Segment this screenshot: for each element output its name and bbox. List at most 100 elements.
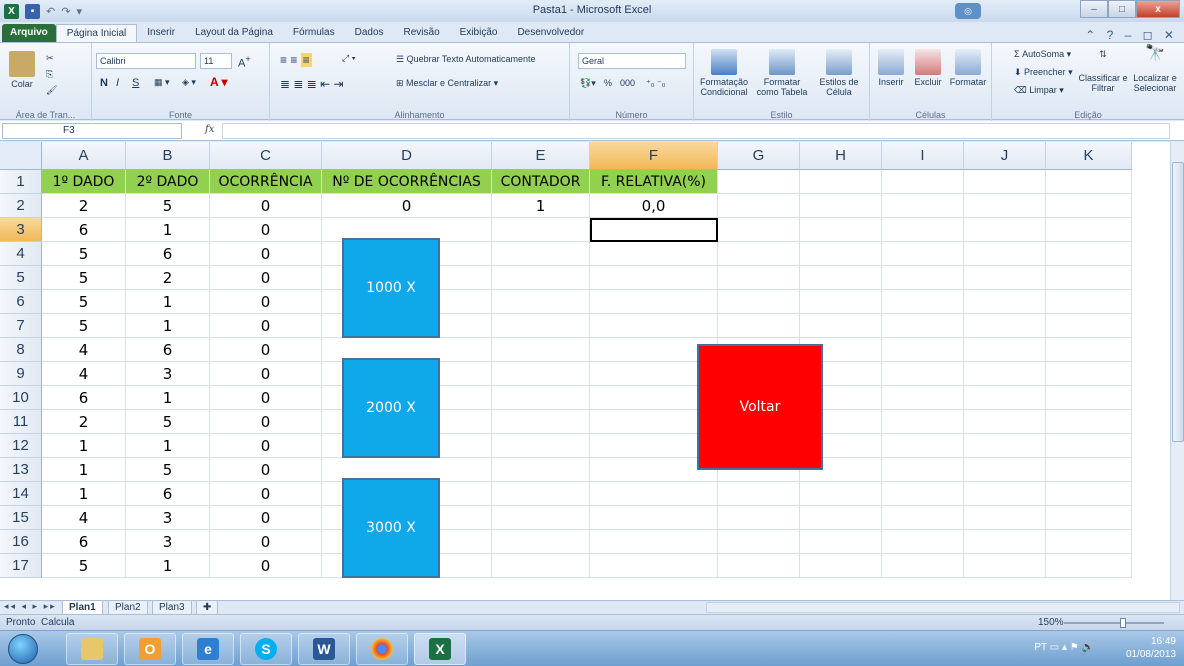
cell-h2[interactable] bbox=[800, 194, 882, 218]
cell-e13[interactable] bbox=[492, 458, 590, 482]
cell-j5[interactable] bbox=[964, 266, 1046, 290]
cell-b15[interactable]: 3 bbox=[126, 506, 210, 530]
cell-d1[interactable]: Nº DE OCORRÊNCIAS bbox=[322, 170, 492, 194]
cell-b14[interactable]: 6 bbox=[126, 482, 210, 506]
cell-h4[interactable] bbox=[800, 242, 882, 266]
tab-arquivo[interactable]: Arquivo bbox=[2, 24, 56, 42]
cell-c6[interactable]: 0 bbox=[210, 290, 322, 314]
sheet-tab-plan2[interactable]: Plan2 bbox=[108, 601, 148, 615]
tray-icons[interactable]: PT ▭ ▴ ⚑ 🔊 bbox=[1034, 642, 1094, 653]
currency-icon[interactable]: 💱▾ bbox=[580, 78, 596, 89]
tab-formulas[interactable]: Fórmulas bbox=[283, 24, 345, 42]
cell-j8[interactable] bbox=[964, 338, 1046, 362]
button-2000x[interactable]: 2000 X bbox=[342, 358, 440, 458]
paste-button[interactable]: Colar bbox=[4, 51, 40, 89]
thousands-button[interactable]: 000 bbox=[620, 78, 635, 88]
align-horizontal-icons[interactable]: ≣ ≣ ≣ ⇤ ⇥ bbox=[280, 77, 344, 91]
cell-a5[interactable]: 5 bbox=[42, 266, 126, 290]
cell-h17[interactable] bbox=[800, 554, 882, 578]
sort-filter-button[interactable]: ⇅ Classificar e Filtrar bbox=[1078, 49, 1128, 93]
cell-j16[interactable] bbox=[964, 530, 1046, 554]
fill-button[interactable]: ⬇ Preencher ▾ bbox=[1014, 67, 1073, 78]
copy-icon[interactable]: ⎘ bbox=[46, 69, 53, 80]
taskbar-explorer[interactable] bbox=[66, 633, 118, 665]
orientation-icon[interactable]: ⤢ ▾ bbox=[342, 53, 355, 64]
sheet-tab-plan1[interactable]: Plan1 bbox=[62, 601, 103, 615]
sheet-tab-plan3[interactable]: Plan3 bbox=[152, 601, 192, 615]
cell-b5[interactable]: 2 bbox=[126, 266, 210, 290]
cell-e12[interactable] bbox=[492, 434, 590, 458]
tray-language[interactable]: PT bbox=[1034, 642, 1047, 653]
cell-k8[interactable] bbox=[1046, 338, 1132, 362]
cell-c17[interactable]: 0 bbox=[210, 554, 322, 578]
cell-a3[interactable]: 6 bbox=[42, 218, 126, 242]
worksheet-grid[interactable]: ABCDEFGHIJK 1 1º DADO 2º DADO OCORRÊNCIA Nº … bbox=[0, 142, 1170, 600]
column-header-k[interactable]: K bbox=[1046, 142, 1132, 170]
cell-c12[interactable]: 0 bbox=[210, 434, 322, 458]
taskbar-outlook[interactable]: O bbox=[124, 633, 176, 665]
align-top-icons[interactable]: ≡ ≡ ≡ bbox=[280, 53, 312, 67]
cell-g4[interactable] bbox=[718, 242, 800, 266]
cell-f3[interactable] bbox=[590, 218, 718, 242]
insert-function-icon[interactable]: fx bbox=[205, 124, 214, 135]
column-header-b[interactable]: B bbox=[126, 142, 210, 170]
cell-e5[interactable] bbox=[492, 266, 590, 290]
cell-k1[interactable] bbox=[1046, 170, 1132, 194]
borders-icon[interactable]: ▦ ▾ bbox=[154, 77, 170, 88]
cell-h1[interactable] bbox=[800, 170, 882, 194]
maximize-button[interactable]: □ bbox=[1108, 0, 1136, 18]
horizontal-scrollbar[interactable] bbox=[706, 602, 1180, 613]
cell-b10[interactable]: 1 bbox=[126, 386, 210, 410]
cell-i13[interactable] bbox=[882, 458, 964, 482]
help-icon[interactable]: ◎ bbox=[955, 3, 981, 19]
cell-a17[interactable]: 5 bbox=[42, 554, 126, 578]
close-button[interactable]: x bbox=[1136, 0, 1180, 18]
cell-a7[interactable]: 5 bbox=[42, 314, 126, 338]
cell-j6[interactable] bbox=[964, 290, 1046, 314]
cell-k14[interactable] bbox=[1046, 482, 1132, 506]
row-header[interactable]: 2 bbox=[0, 194, 42, 218]
wrap-text-button[interactable]: ☰ Quebrar Texto Automaticamente bbox=[396, 54, 535, 65]
cell-b2[interactable]: 5 bbox=[126, 194, 210, 218]
cell-h15[interactable] bbox=[800, 506, 882, 530]
button-3000x[interactable]: 3000 X bbox=[342, 478, 440, 578]
cell-f4[interactable] bbox=[590, 242, 718, 266]
cell-i8[interactable] bbox=[882, 338, 964, 362]
cell-a12[interactable]: 1 bbox=[42, 434, 126, 458]
italic-button[interactable]: I bbox=[116, 77, 119, 89]
tab-revisao[interactable]: Revisão bbox=[394, 24, 450, 42]
row-header[interactable]: 9 bbox=[0, 362, 42, 386]
tab-layout-da-pagina[interactable]: Layout da Página bbox=[185, 24, 283, 42]
column-header-c[interactable]: C bbox=[210, 142, 322, 170]
cell-i4[interactable] bbox=[882, 242, 964, 266]
row-header[interactable]: 8 bbox=[0, 338, 42, 362]
cell-b4[interactable]: 6 bbox=[126, 242, 210, 266]
cell-c16[interactable]: 0 bbox=[210, 530, 322, 554]
cell-i14[interactable] bbox=[882, 482, 964, 506]
cell-a14[interactable]: 1 bbox=[42, 482, 126, 506]
cell-h5[interactable] bbox=[800, 266, 882, 290]
button-voltar[interactable]: Voltar bbox=[697, 344, 823, 470]
cell-c9[interactable]: 0 bbox=[210, 362, 322, 386]
cell-j1[interactable] bbox=[964, 170, 1046, 194]
format-table-button[interactable]: Formatar como Tabela bbox=[754, 49, 810, 97]
tab-inserir[interactable]: Inserir bbox=[137, 24, 185, 42]
cell-b13[interactable]: 5 bbox=[126, 458, 210, 482]
cell-j9[interactable] bbox=[964, 362, 1046, 386]
row-header[interactable]: 13 bbox=[0, 458, 42, 482]
cell-j10[interactable] bbox=[964, 386, 1046, 410]
row-header[interactable]: 10 bbox=[0, 386, 42, 410]
taskbar-word[interactable]: W bbox=[298, 633, 350, 665]
merge-center-button[interactable]: ⊞ Mesclar e Centralizar ▾ bbox=[396, 78, 498, 89]
cell-g6[interactable] bbox=[718, 290, 800, 314]
cell-f2[interactable]: 0,0 bbox=[590, 194, 718, 218]
cell-k16[interactable] bbox=[1046, 530, 1132, 554]
cell-c10[interactable]: 0 bbox=[210, 386, 322, 410]
cell-j14[interactable] bbox=[964, 482, 1046, 506]
cell-h16[interactable] bbox=[800, 530, 882, 554]
cell-e2[interactable]: 1 bbox=[492, 194, 590, 218]
decimal-icons[interactable]: ⁺₀ ⁻₀ bbox=[646, 78, 665, 89]
row-header[interactable]: 12 bbox=[0, 434, 42, 458]
system-clock[interactable]: 16:49 01/08/2013 bbox=[1126, 635, 1176, 661]
format-cells-button[interactable]: Formatar bbox=[948, 49, 988, 87]
